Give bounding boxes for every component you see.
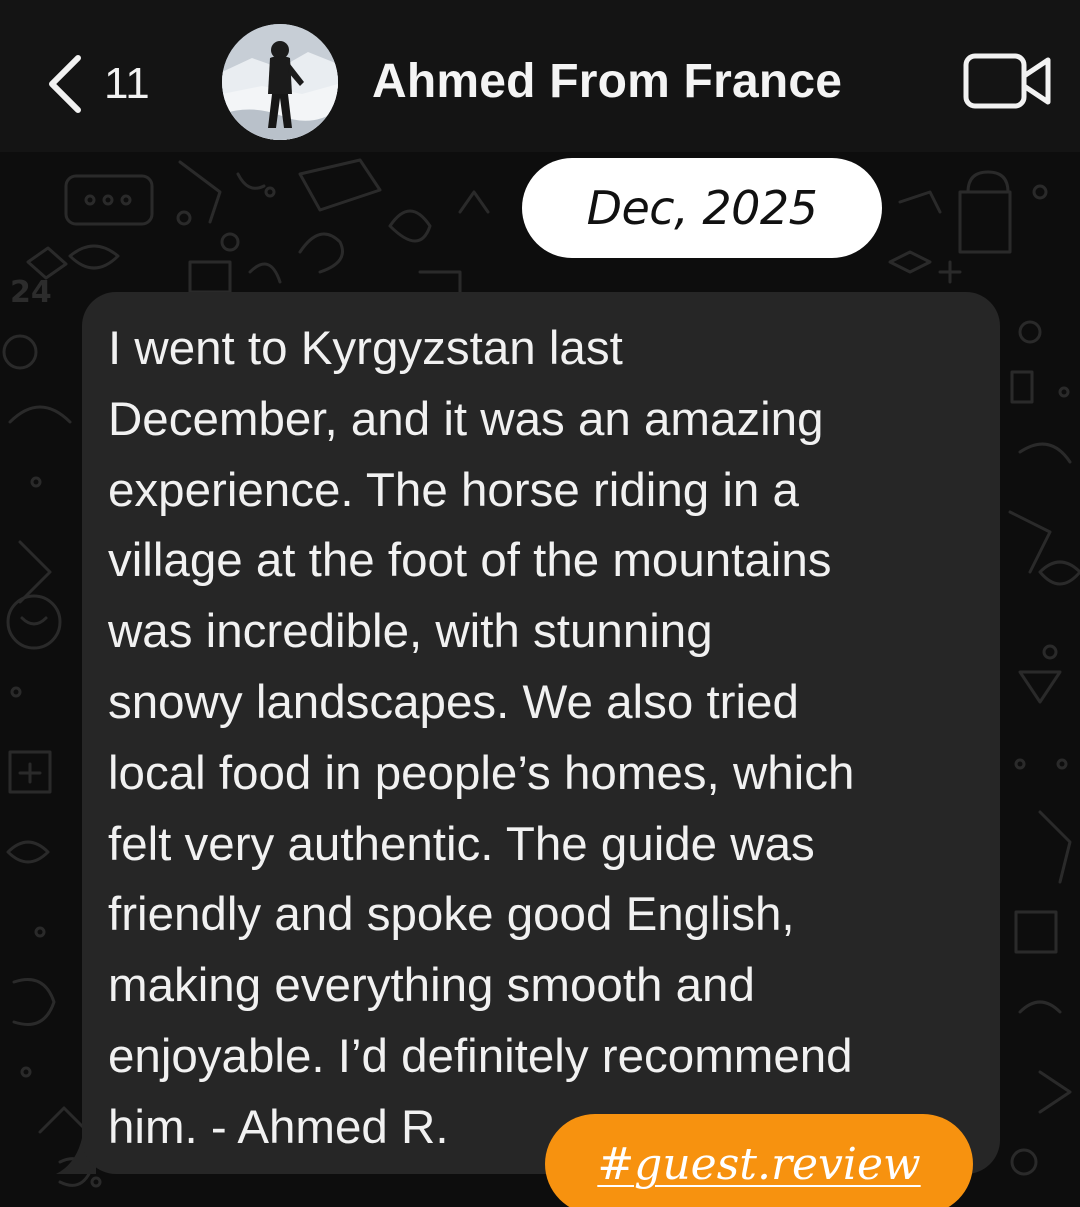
chat-screen: 24 11 Ahmed From France Dec, 2025 I went… bbox=[0, 0, 1080, 1207]
chevron-left-icon bbox=[44, 54, 84, 114]
date-label: Dec, 2025 bbox=[586, 181, 818, 235]
avatar[interactable] bbox=[222, 24, 338, 140]
unread-count: 11 bbox=[104, 59, 150, 108]
message-bubble[interactable]: I went to Kyrgyzstan last December, and … bbox=[82, 292, 1000, 1174]
hashtag-label: #guest.review bbox=[597, 1138, 921, 1190]
message-text: I went to Kyrgyzstan last December, and … bbox=[108, 322, 855, 1154]
date-separator: Dec, 2025 bbox=[522, 158, 882, 258]
video-camera-icon bbox=[962, 52, 1054, 110]
contact-name[interactable]: Ahmed From France bbox=[372, 54, 842, 109]
video-call-button[interactable] bbox=[962, 52, 1054, 110]
hashtag-badge[interactable]: #guest.review bbox=[545, 1114, 973, 1207]
svg-text:24: 24 bbox=[10, 275, 52, 310]
back-button[interactable]: 11 bbox=[44, 44, 150, 124]
chat-header: 11 Ahmed From France bbox=[0, 0, 1080, 152]
